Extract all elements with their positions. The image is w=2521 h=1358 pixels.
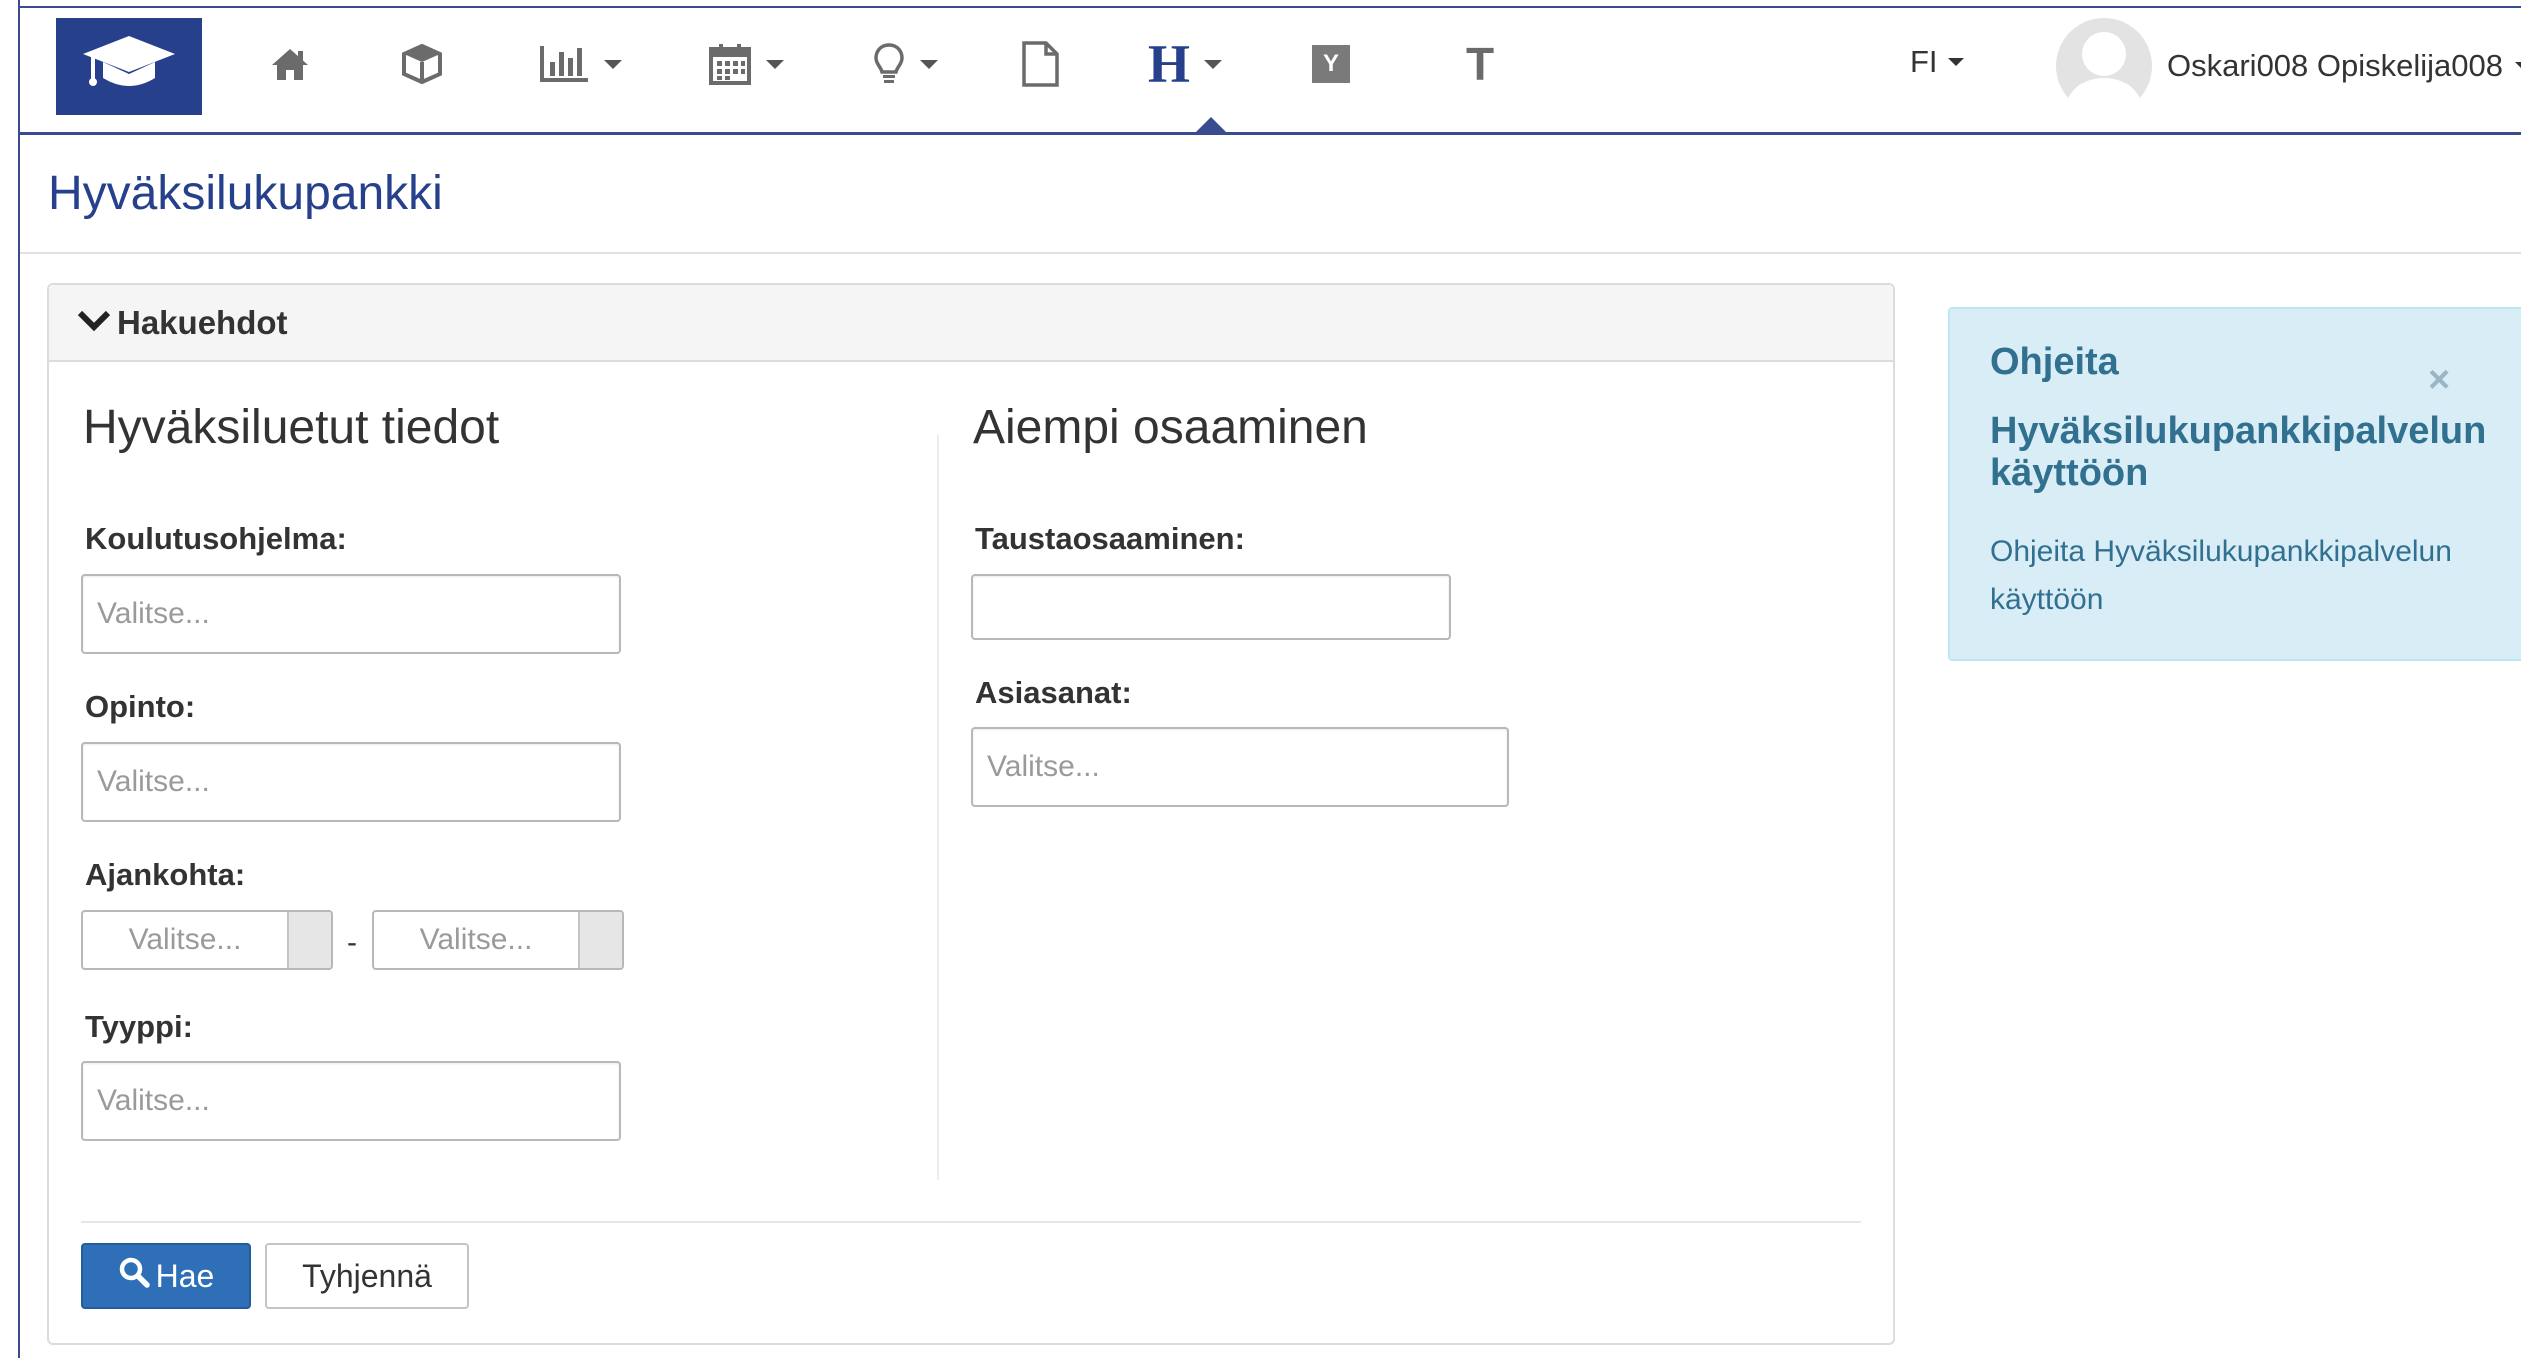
top-navbar: H Y T FI Oskari008 Opiskelija008 (20, 8, 2521, 135)
help-text: Ohjeita Hyväksilukupankkipalvelun käyttö… (1990, 535, 2452, 616)
label-tyyppi: Tyyppi: (85, 1009, 193, 1044)
bar-chart-icon (538, 44, 590, 84)
section-title-approved: Hyväksiluetut tiedot (83, 401, 500, 454)
asiasanat-select[interactable]: Valitse... (971, 727, 1509, 807)
nav-y[interactable]: Y (1312, 38, 1350, 90)
chevron-down-icon (1204, 59, 1223, 69)
nav-document[interactable] (1020, 38, 1060, 90)
nav-reports-dropdown[interactable] (538, 38, 622, 90)
graduation-cap-icon (81, 32, 177, 101)
ajankohta-from-select[interactable]: Valitse... (81, 910, 333, 970)
clear-button[interactable]: Tyhjennä (265, 1243, 469, 1309)
label-ajankohta: Ajankohta: (85, 857, 246, 892)
language-dropdown[interactable]: FI (1910, 44, 1964, 80)
search-button-label: Hae (155, 1257, 215, 1294)
home-icon (270, 46, 310, 82)
clear-button-label: Tyhjennä (302, 1257, 432, 1294)
label-opinto: Opinto: (85, 689, 196, 724)
search-panel-title: Hakuehdot (117, 303, 288, 341)
tyyppi-select[interactable]: Valitse... (81, 1061, 621, 1141)
chevron-down-icon (766, 59, 784, 69)
brand-logo[interactable] (56, 18, 202, 115)
koulutusohjelma-select[interactable]: Valitse... (81, 574, 621, 654)
nav-calendar-dropdown[interactable] (708, 38, 784, 90)
nav-h-dropdown[interactable]: H (1148, 34, 1223, 94)
page-title: Hyväksilukupankki (48, 167, 443, 220)
ajankohta-to-addon[interactable] (578, 912, 622, 968)
user-menu-dropdown[interactable]: Oskari008 Opiskelija008 (2167, 48, 2521, 84)
file-icon (1020, 41, 1060, 87)
search-button[interactable]: Hae (81, 1243, 251, 1309)
ajankohta-to-placeholder: Valitse... (419, 923, 533, 956)
avatar-head (2082, 32, 2126, 76)
search-panel-header[interactable]: Hakuehdot (49, 285, 1893, 362)
title-divider (20, 252, 2521, 254)
nav-ideas-dropdown[interactable] (872, 38, 938, 90)
ajankohta-from-placeholder: Valitse... (128, 923, 242, 956)
form-actions-divider (81, 1221, 1861, 1223)
t-letter-icon: T (1466, 38, 1495, 90)
koulutusohjelma-placeholder: Valitse... (97, 597, 210, 630)
active-nav-indicator (1193, 117, 1229, 135)
help-panel: Ohjeita × Hyväksilukupankkipalvelun käyt… (1948, 307, 2521, 661)
column-divider (937, 435, 939, 1180)
taustaosaaminen-input[interactable] (971, 574, 1451, 640)
opinto-placeholder: Valitse... (97, 765, 210, 798)
chevron-down-icon (604, 59, 622, 69)
h-letter-icon: H (1148, 34, 1191, 94)
asiasanat-placeholder: Valitse... (987, 750, 1100, 783)
window-frame-left (18, 0, 20, 1358)
ajankohta-separator: - (347, 926, 357, 959)
label-taustaosaaminen: Taustaosaaminen: (975, 521, 1245, 556)
avatar[interactable] (2056, 18, 2152, 114)
section-title-prior-learning: Aiempi osaaminen (973, 401, 1368, 454)
cube-icon (400, 42, 444, 86)
calendar-icon (708, 42, 752, 86)
chevron-down-icon (1947, 58, 1964, 66)
close-icon[interactable]: × (2428, 361, 2450, 399)
avatar-body (2066, 78, 2142, 114)
label-asiasanat: Asiasanat: (975, 675, 1132, 710)
chevron-down-icon (77, 308, 111, 337)
nav-cube[interactable] (400, 38, 444, 90)
label-koulutusohjelma: Koulutusohjelma: (85, 521, 347, 556)
chevron-down-icon (920, 59, 938, 69)
opinto-select[interactable]: Valitse... (81, 742, 621, 822)
y-box-icon: Y (1312, 45, 1350, 83)
ajankohta-from-addon[interactable] (287, 912, 331, 968)
ajankohta-to-select[interactable]: Valitse... (372, 910, 624, 970)
nav-t[interactable]: T (1466, 38, 1494, 90)
nav-home[interactable] (270, 38, 310, 90)
tyyppi-placeholder: Valitse... (97, 1084, 210, 1117)
language-label: FI (1910, 44, 1938, 79)
lightbulb-icon (872, 42, 906, 86)
user-name: Oskari008 Opiskelija008 (2167, 48, 2504, 83)
help-link-title[interactable]: Hyväksilukupankkipalvelun käyttöön (1990, 410, 2506, 494)
search-panel: Hakuehdot Hyväksiluetut tiedot Aiempi os… (47, 283, 1895, 1345)
chevron-down-icon (2515, 62, 2521, 70)
search-icon (118, 1256, 156, 1296)
